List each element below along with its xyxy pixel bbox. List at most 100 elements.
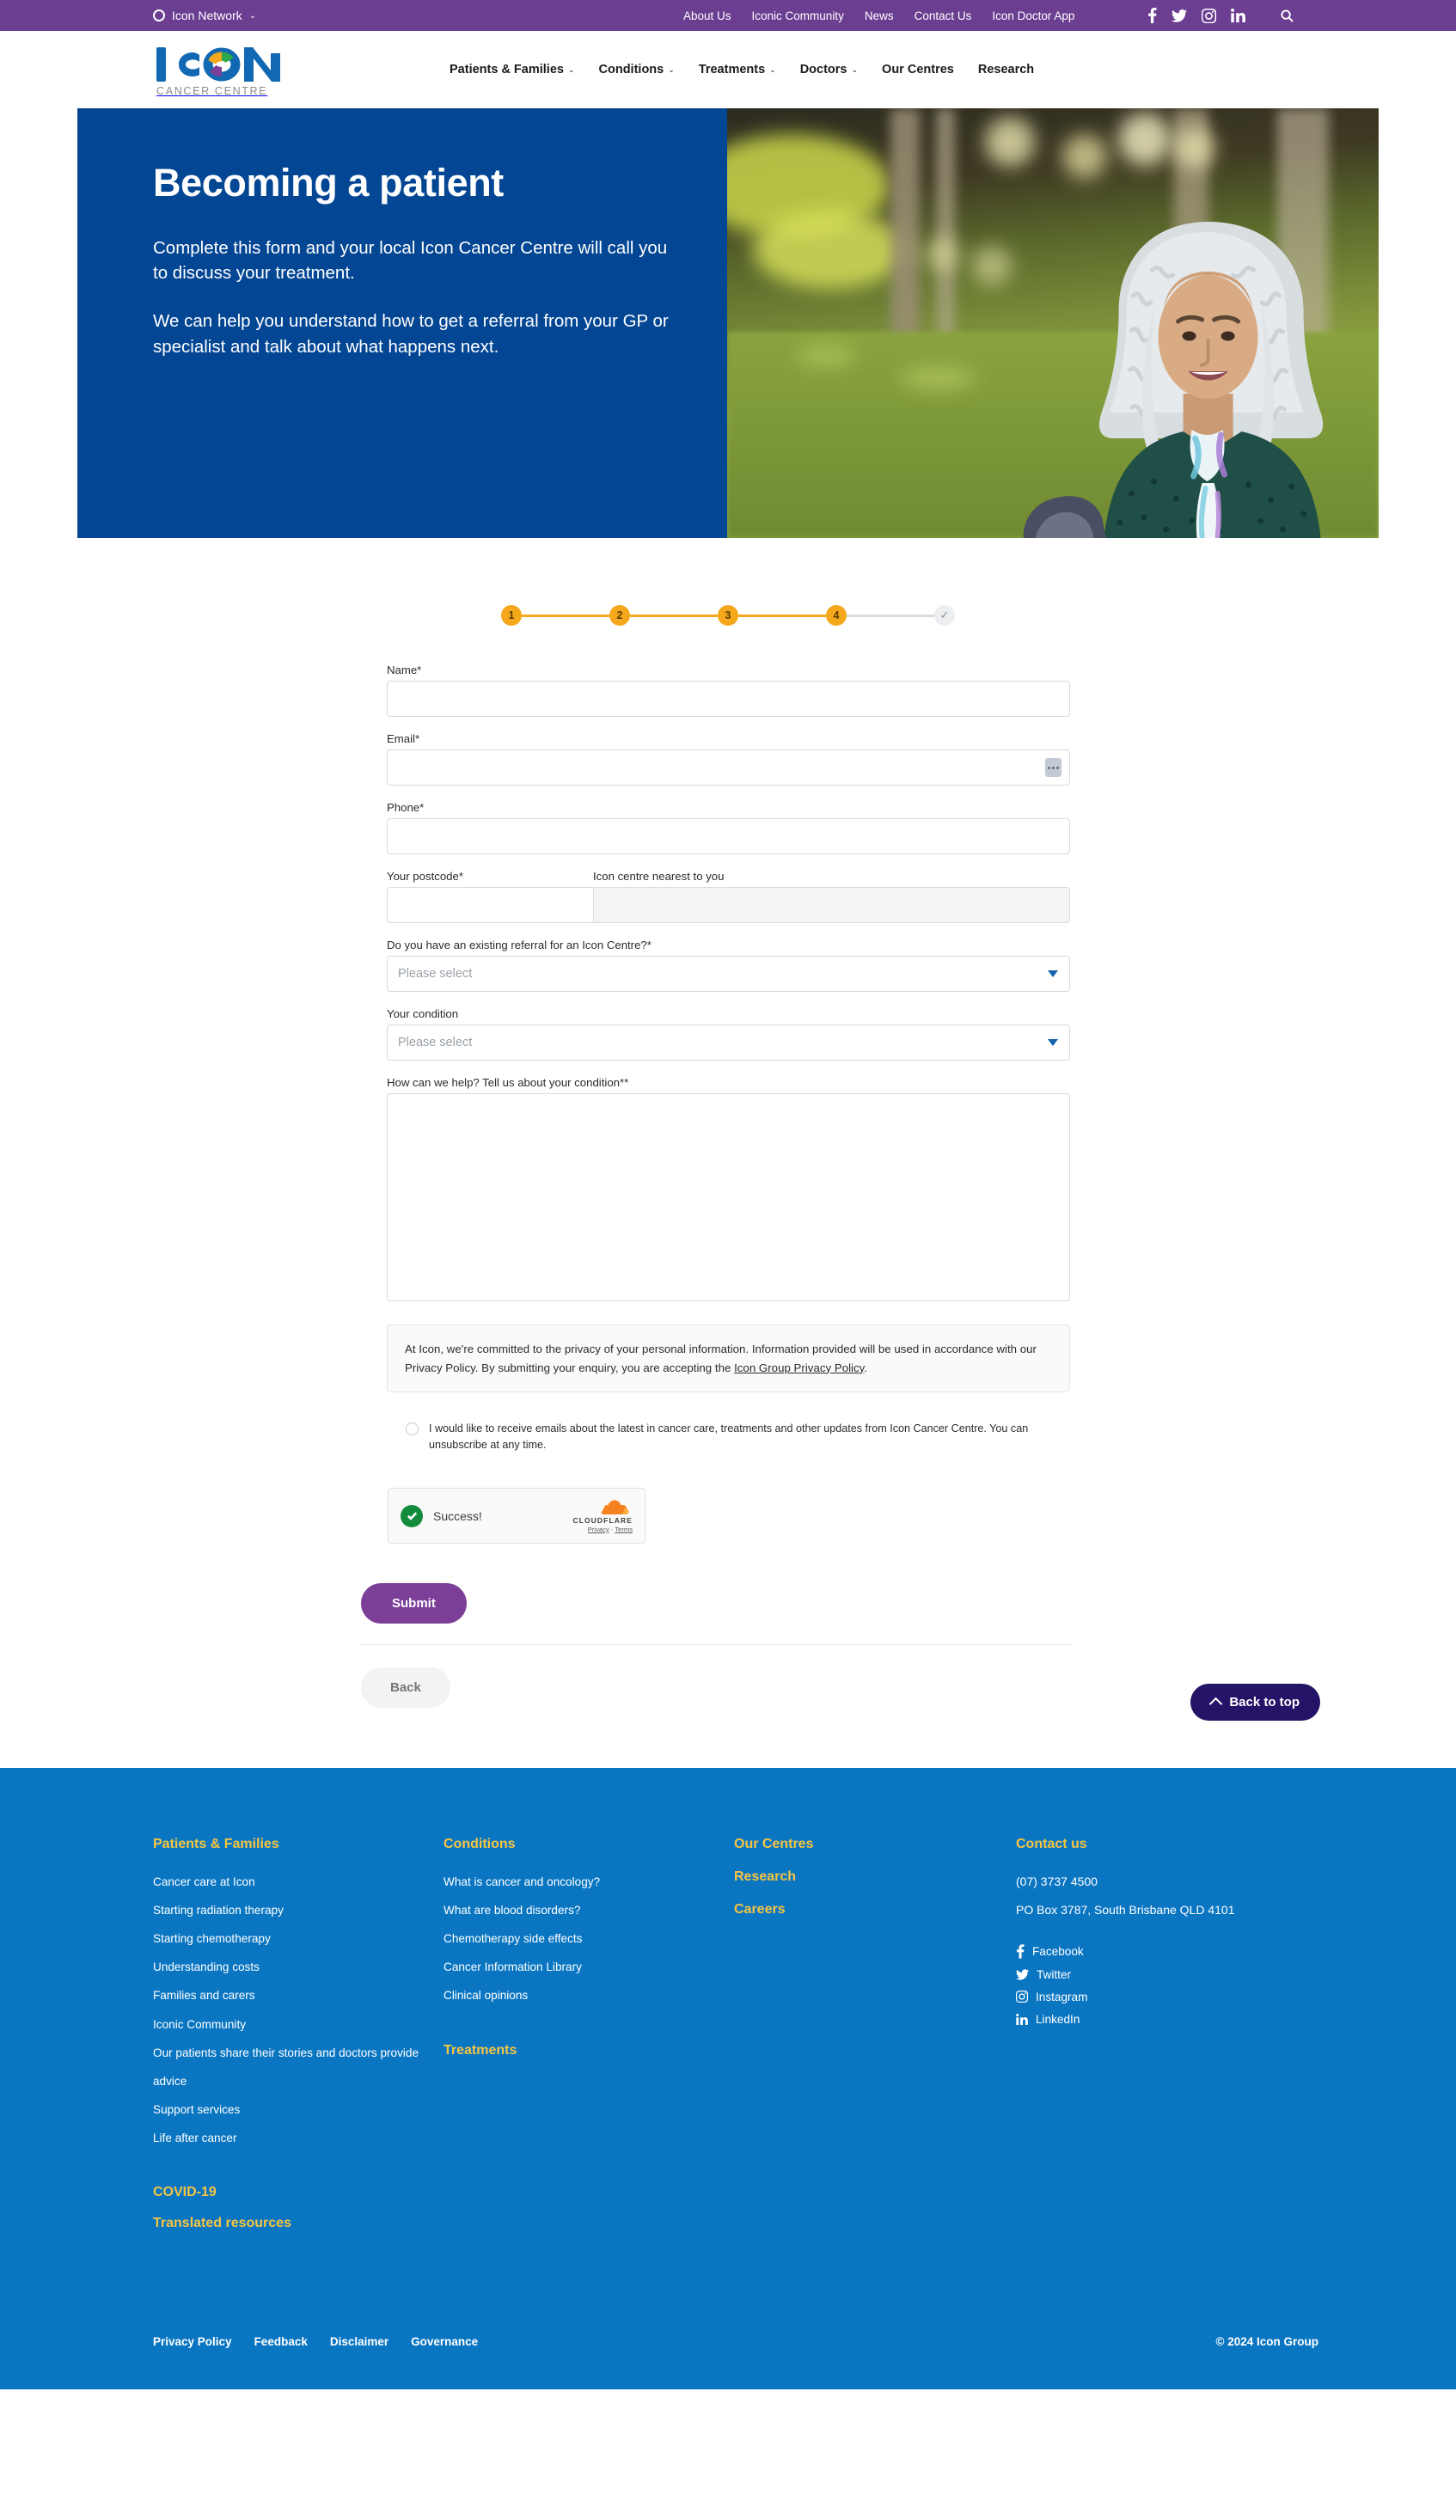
footer-phone[interactable]: (07) 3737 4500: [1016, 1868, 1318, 1895]
footer-link[interactable]: What is cancer and oncology?: [444, 1868, 734, 1896]
icon-network-switcher[interactable]: Icon Network ⌄: [153, 9, 256, 22]
footer-link[interactable]: Support services: [153, 2095, 444, 2124]
hero-banner: Becoming a patient Complete this form an…: [77, 108, 1379, 538]
footer-link-disclaimer[interactable]: Disclaimer: [330, 2335, 388, 2348]
linkedin-icon[interactable]: [1231, 9, 1245, 22]
top-social-links: [1147, 0, 1245, 31]
footer-link[interactable]: Understanding costs: [153, 1953, 444, 1981]
condition-select[interactable]: Please select: [387, 1025, 1070, 1061]
footer-link-governance[interactable]: Governance: [411, 2335, 478, 2348]
help-label: How can we help? Tell us about your cond…: [387, 1076, 629, 1089]
nav-label: Conditions: [598, 63, 664, 76]
topnav-item-news[interactable]: News: [865, 9, 894, 22]
nav-item-research[interactable]: Research: [978, 63, 1034, 76]
footer-heading-our-centres[interactable]: Our Centres: [734, 1837, 1016, 1852]
footer-heading-conditions[interactable]: Conditions: [444, 1837, 734, 1852]
footer-facebook-link[interactable]: Facebook: [1016, 1944, 1318, 1959]
postcode-input[interactable]: [387, 887, 593, 923]
footer-heading-patients-families[interactable]: Patients & Families: [153, 1837, 444, 1852]
footer-heading-careers[interactable]: Careers: [734, 1902, 1016, 1918]
submit-button[interactable]: Submit: [361, 1583, 467, 1624]
footer-heading-research[interactable]: Research: [734, 1869, 1016, 1885]
field-postcode-centre-row: Your postcode* Icon centre nearest to yo…: [387, 870, 1070, 923]
instagram-icon[interactable]: [1202, 8, 1216, 23]
nav-item-our-centres[interactable]: Our Centres: [882, 63, 954, 76]
phone-label: Phone*: [387, 801, 425, 814]
footer-instagram-link[interactable]: Instagram: [1016, 1991, 1318, 2003]
twitter-icon: [1016, 1968, 1029, 1980]
topnav-item-about-us[interactable]: About Us: [683, 9, 731, 22]
footer-link-privacy-policy[interactable]: Privacy Policy: [153, 2335, 232, 2348]
referral-label: Do you have an existing referral for an …: [387, 939, 652, 951]
footer-linkedin-link[interactable]: LinkedIn: [1016, 2013, 1318, 2026]
marketing-optin-checkbox[interactable]: [406, 1422, 419, 1436]
step-3[interactable]: 3: [718, 605, 738, 626]
step-1[interactable]: 1: [501, 605, 522, 626]
nav-label: Research: [977, 63, 1035, 76]
privacy-policy-link[interactable]: Icon Group Privacy Policy: [734, 1361, 864, 1374]
phone-input[interactable]: [387, 818, 1070, 854]
chevron-down-icon: ⌄: [567, 64, 575, 74]
nav-label: Our Centres: [882, 63, 954, 76]
icon-logo-mark: [156, 47, 280, 82]
footer-link[interactable]: Cancer care at Icon: [153, 1868, 444, 1896]
footer-heading-translated-resources[interactable]: Translated resources: [153, 2216, 444, 2231]
name-input[interactable]: [387, 681, 1070, 717]
footer-column-patients-families: Patients & Families Cancer care at Icon …: [153, 1837, 444, 2246]
step-complete-check-icon: ✓: [934, 605, 955, 626]
footer-link[interactable]: Clinical opinions: [444, 1981, 734, 2009]
turnstile-privacy-link[interactable]: Privacy: [588, 1526, 609, 1533]
referral-select[interactable]: Please select: [387, 956, 1070, 992]
footer-link[interactable]: Our patients share their stories and doc…: [153, 2039, 444, 2095]
footer-social-label: Twitter: [1037, 1967, 1072, 1981]
back-to-top-button[interactable]: Back to top: [1190, 1684, 1320, 1722]
twitter-icon[interactable]: [1172, 9, 1187, 22]
autofill-icon[interactable]: [1045, 758, 1061, 777]
footer-link[interactable]: Chemotherapy side effects: [444, 1924, 734, 1953]
back-button[interactable]: Back: [361, 1667, 450, 1709]
footer-link[interactable]: Families and carers: [153, 1981, 444, 2009]
nav-item-treatments[interactable]: Treatments ⌄: [699, 63, 776, 76]
step-connector-4: [847, 614, 934, 617]
search-button[interactable]: [1281, 0, 1294, 31]
step-4[interactable]: 4: [826, 605, 847, 626]
topnav-item-contact-us[interactable]: Contact Us: [915, 9, 972, 22]
facebook-icon[interactable]: [1147, 8, 1157, 23]
footer-heading-contact-us: Contact us: [1016, 1837, 1087, 1852]
nav-label: Patients & Families: [450, 63, 564, 76]
nav-item-doctors[interactable]: Doctors ⌄: [800, 63, 858, 76]
help-textarea[interactable]: [387, 1093, 1070, 1301]
step-2[interactable]: 2: [609, 605, 630, 626]
nav-item-patients-families[interactable]: Patients & Families ⌄: [450, 63, 575, 76]
site-logo[interactable]: CANCER CENTRE: [155, 45, 284, 97]
footer-link[interactable]: Starting chemotherapy: [153, 1924, 444, 1953]
instagram-icon: [1016, 1991, 1028, 2003]
email-input[interactable]: [387, 749, 1070, 786]
nearest-centre-input: [593, 887, 1070, 923]
back-to-top-label: Back to top: [1229, 1695, 1300, 1710]
field-phone: Phone*: [387, 801, 1070, 854]
form-divider: [361, 1644, 1071, 1646]
site-header: CANCER CENTRE Patients & Families ⌄ Cond…: [0, 31, 1456, 108]
footer-social-label: LinkedIn: [1036, 2012, 1080, 2026]
footer-link[interactable]: What are blood disorders?: [444, 1896, 734, 1924]
copyright-text: © 2024 Icon Group: [1215, 2335, 1318, 2349]
footer-link[interactable]: Iconic Community: [153, 2010, 444, 2039]
turnstile-links: Privacy · Terms: [572, 1526, 633, 1533]
footer-twitter-link[interactable]: Twitter: [1016, 1968, 1318, 1981]
nav-item-conditions[interactable]: Conditions ⌄: [599, 63, 675, 76]
check-circle-icon: [401, 1504, 423, 1527]
footer-link[interactable]: Starting radiation therapy: [153, 1896, 444, 1924]
topnav-item-iconic-community[interactable]: Iconic Community: [752, 9, 844, 22]
turnstile-terms-link[interactable]: Terms: [615, 1526, 633, 1533]
marketing-optin[interactable]: I would like to receive emails about the…: [387, 1421, 1070, 1453]
footer-link-feedback[interactable]: Feedback: [254, 2335, 308, 2348]
topnav-item-icon-doctor-app[interactable]: Icon Doctor App: [992, 9, 1074, 22]
footer-link[interactable]: Cancer Information Library: [444, 1953, 734, 1981]
footer-heading-covid-19[interactable]: COVID-19: [153, 2185, 444, 2200]
cloudflare-turnstile-widget[interactable]: Success! CLOUDFLARE Privacy · Terms: [388, 1488, 645, 1544]
footer-link[interactable]: Life after cancer: [153, 2124, 444, 2152]
cloudflare-cloud-icon: [601, 1500, 629, 1514]
logo-subtitle: CANCER CENTRE: [156, 85, 268, 97]
footer-heading-treatments[interactable]: Treatments: [444, 2043, 734, 2058]
